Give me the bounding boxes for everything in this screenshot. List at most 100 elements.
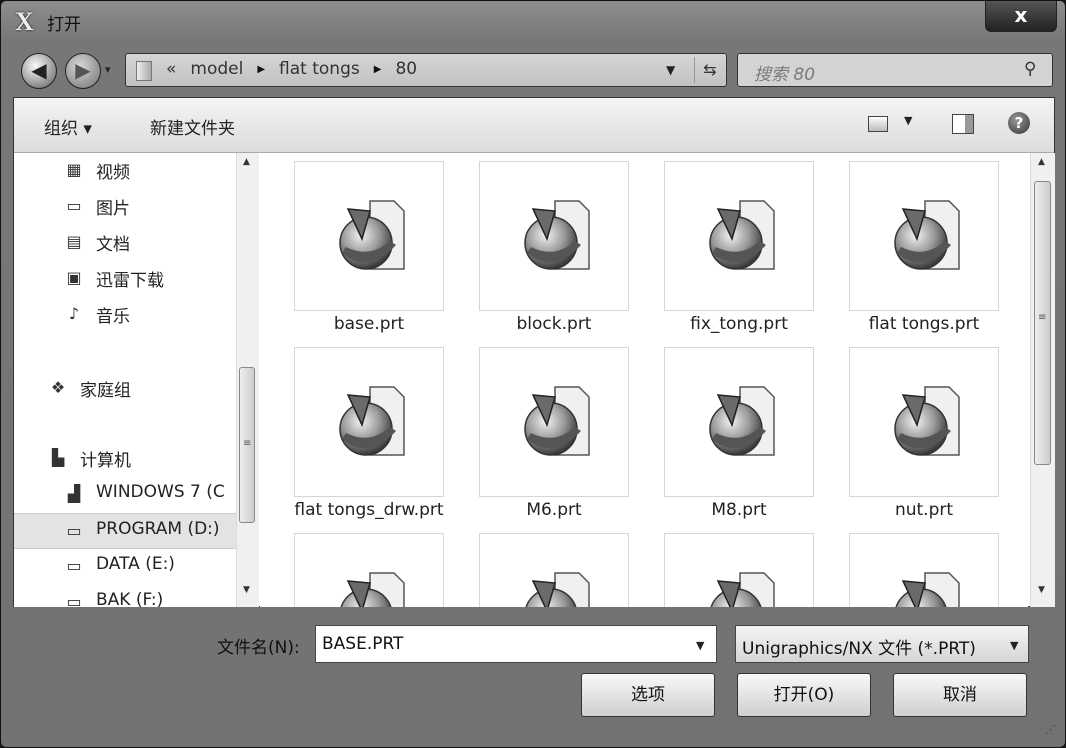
file-name[interactable]: flat tongs.prt — [829, 311, 1019, 337]
file-item[interactable] — [479, 533, 629, 607]
preview-pane-icon[interactable] — [952, 114, 974, 134]
close-button[interactable]: x — [985, 1, 1057, 32]
file-item[interactable] — [849, 533, 999, 607]
file-name[interactable]: block.prt — [459, 311, 649, 337]
document-icon: ▤ — [66, 232, 82, 251]
file-name[interactable]: flat tongs_drw.prt — [274, 497, 464, 523]
nx-part-file-icon[interactable] — [294, 533, 444, 607]
nx-part-file-icon[interactable] — [479, 533, 629, 607]
nav-item-label: DATA (E:) — [96, 554, 175, 574]
title-bar[interactable]: X 打开 x — [1, 1, 1066, 43]
nx-part-file-icon[interactable] — [664, 161, 814, 311]
view-mode-icon[interactable] — [868, 116, 888, 132]
nav-item[interactable]: ❖ 家庭组 — [14, 371, 236, 405]
nav-item-label: 迅雷下载 — [96, 271, 164, 291]
nx-part-file-icon[interactable] — [849, 533, 999, 607]
cancel-button[interactable]: 取消 — [893, 673, 1027, 717]
history-dropdown-icon[interactable]: ▾ — [105, 63, 111, 76]
breadcrumb-overflow[interactable]: « — [166, 59, 176, 79]
scroll-up-icon[interactable]: ▲ — [1038, 157, 1045, 167]
address-bar[interactable]: « model ▶ flat tongs ▶ 80 ▼ ⇆ — [125, 53, 727, 87]
nx-logo-icon: X — [15, 7, 34, 36]
music-icon: ♪ — [68, 304, 80, 323]
nx-part-file-icon[interactable] — [479, 347, 629, 497]
nav-item-label: 计算机 — [80, 451, 131, 471]
file-item[interactable]: base.prt — [294, 161, 444, 341]
nav-item[interactable]: ▭ DATA (E:) — [14, 549, 236, 583]
chevron-down-icon[interactable]: ▼ — [696, 639, 704, 652]
organize-menu[interactable]: 组织 ▾ — [44, 114, 92, 139]
file-item[interactable] — [294, 533, 444, 607]
drive-icon: ▟ — [67, 484, 81, 503]
search-icon[interactable]: ⚲ — [1024, 59, 1036, 79]
nav-scrollbar[interactable]: ▲ ≡ ▼ — [236, 153, 259, 607]
chevron-right-icon[interactable]: ▶ — [257, 64, 265, 75]
breadcrumb-item[interactable]: flat tongs — [279, 59, 360, 79]
file-item[interactable] — [664, 533, 814, 607]
drive-icon: ▭ — [66, 592, 82, 607]
nx-part-file-icon[interactable] — [479, 161, 629, 311]
chevron-down-icon[interactable]: ▼ — [904, 114, 912, 127]
nx-part-file-icon[interactable] — [294, 347, 444, 497]
chevron-down-icon[interactable]: ▼ — [666, 63, 675, 77]
nav-item[interactable]: ▭ PROGRAM (D:) — [14, 513, 236, 549]
open-file-dialog: X 打开 x ◀ ▶ ▾ « model ▶ flat tongs ▶ 80 ▼… — [0, 0, 1066, 748]
chevron-down-icon[interactable]: ▼ — [1010, 639, 1018, 652]
file-item[interactable]: flat tongs.prt — [849, 161, 999, 341]
scrollbar-thumb[interactable]: ≡ — [239, 367, 255, 523]
nav-item[interactable]: ♪ 音乐 — [14, 297, 236, 331]
dialog-content: 组织 ▾ 新建文件夹 ▼ ? ▦ 视频 ▭ 图片 ▤ 文档 ▣ 迅雷下载 ♪ 音乐 ❖ 家庭组 ▙ 计算机… — [13, 97, 1055, 607]
nav-item[interactable]: ▟ WINDOWS 7 (C — [14, 477, 236, 511]
file-name[interactable]: nut.prt — [829, 497, 1019, 523]
refresh-icon[interactable]: ⇆ — [694, 57, 725, 83]
nav-item-label: BAK (F:) — [96, 590, 164, 607]
resize-grip-icon[interactable]: ⋰ — [1045, 723, 1056, 736]
download-icon: ▣ — [66, 268, 82, 287]
computer-icon: ▙ — [51, 448, 65, 467]
file-item[interactable]: nut.prt — [849, 347, 999, 527]
new-folder-button[interactable]: 新建文件夹 — [150, 114, 235, 139]
file-item[interactable]: M8.prt — [664, 347, 814, 527]
filename-value[interactable]: BASE.PRT — [322, 634, 403, 654]
nx-part-file-icon[interactable] — [849, 161, 999, 311]
options-button[interactable]: 选项 — [581, 673, 715, 717]
nav-item[interactable]: ▙ 计算机 — [14, 441, 236, 475]
nav-item[interactable]: ▣ 迅雷下载 — [14, 261, 236, 295]
file-name[interactable]: fix_tong.prt — [644, 311, 834, 337]
nav-item-label: 文档 — [96, 235, 130, 255]
file-item[interactable]: fix_tong.prt — [664, 161, 814, 341]
nx-part-file-icon[interactable] — [664, 347, 814, 497]
nx-part-file-icon[interactable] — [294, 161, 444, 311]
breadcrumb-item[interactable]: model — [190, 59, 243, 79]
scroll-down-icon[interactable]: ▼ — [1038, 585, 1045, 595]
drive-icon: ▭ — [66, 556, 82, 575]
nav-item-label: PROGRAM (D:) — [96, 519, 220, 539]
nx-part-file-icon[interactable] — [849, 347, 999, 497]
help-icon[interactable]: ? — [1008, 112, 1030, 134]
scroll-up-icon[interactable]: ▲ — [243, 157, 250, 167]
file-scrollbar[interactable]: ▲ ≡ ▼ — [1030, 153, 1055, 607]
filename-field[interactable]: BASE.PRT ▼ — [315, 625, 717, 663]
chevron-right-icon[interactable]: ▶ — [374, 64, 382, 75]
file-name[interactable]: M8.prt — [644, 497, 834, 523]
nav-item[interactable]: ▭ 图片 — [14, 189, 236, 223]
file-item[interactable]: flat tongs_drw.prt — [294, 347, 444, 527]
nav-item[interactable]: ▦ 视频 — [14, 153, 236, 187]
nav-item-label: 音乐 — [96, 307, 130, 327]
file-item[interactable]: M6.prt — [479, 347, 629, 527]
scrollbar-thumb[interactable]: ≡ — [1034, 181, 1051, 465]
nx-part-file-icon[interactable] — [664, 533, 814, 607]
breadcrumb-item[interactable]: 80 — [395, 59, 417, 79]
forward-button[interactable]: ▶ — [65, 53, 101, 89]
file-name[interactable]: M6.prt — [459, 497, 649, 523]
file-name[interactable]: base.prt — [274, 311, 464, 337]
open-button[interactable]: 打开(O) — [737, 673, 871, 717]
back-button[interactable]: ◀ — [21, 53, 57, 89]
file-item[interactable]: block.prt — [479, 161, 629, 341]
search-input[interactable]: 搜索 80 ⚲ — [737, 53, 1053, 87]
nav-item[interactable]: ▭ BAK (F:) — [14, 585, 236, 607]
scroll-down-icon[interactable]: ▼ — [243, 585, 250, 595]
file-type-select[interactable]: Unigraphics/NX 文件 (*.PRT) ▼ — [735, 625, 1029, 663]
breadcrumb: « model ▶ flat tongs ▶ 80 — [166, 59, 417, 79]
nav-item[interactable]: ▤ 文档 — [14, 225, 236, 259]
